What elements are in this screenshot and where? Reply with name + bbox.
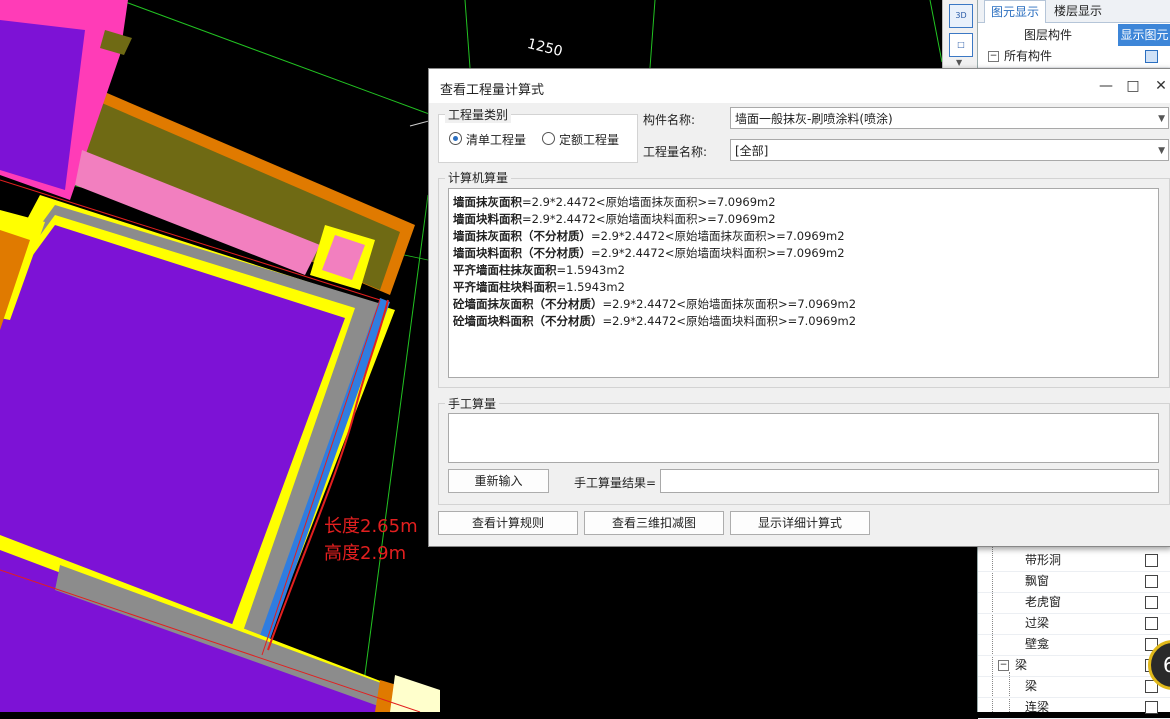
column-header-show: 显示图元 (1118, 24, 1170, 46)
radio-quota-label[interactable]: 定额工程量 (559, 131, 619, 148)
computer-calc-label: 计算机算量 (445, 169, 512, 186)
tree-label: 连梁 (1025, 700, 1050, 714)
manual-result-label: 手工算量结果= (574, 476, 657, 490)
tree-row-coupling-beam[interactable]: 连梁 (978, 697, 1170, 719)
component-name-label: 构件名称: (643, 113, 696, 127)
tab-floor-display[interactable]: 楼层显示 (1048, 0, 1108, 22)
dialog-titlebar[interactable]: 查看工程量计算式 — □ ✕ (429, 69, 1170, 103)
cube-icon[interactable]: □ (949, 33, 973, 57)
panel-tabs: 图元显示 楼层显示 (978, 0, 1170, 23)
show-detail-formula-button[interactable]: 显示详细计算式 (730, 511, 870, 535)
tree-row-niche[interactable]: 壁龛 (978, 634, 1170, 656)
quantity-name-label: 工程量名称: (643, 145, 708, 159)
chevron-down-icon[interactable]: ▼ (956, 58, 962, 67)
tree-row-dormer[interactable]: 老虎窗 (978, 592, 1170, 614)
tree-label: 梁 (1025, 679, 1038, 693)
collapse-icon[interactable]: − (988, 51, 999, 62)
calc-line: 墙面块料面积（不分材质）=2.9*2.4472<原始墙面块料面积>=7.0969… (453, 246, 845, 260)
view-icon-bar: 3D □ ▼ (942, 0, 978, 70)
close-icon[interactable]: ✕ (1151, 76, 1170, 96)
calc-line: 平齐墙面柱块料面积=1.5943m2 (453, 280, 625, 294)
tree-label: 飘窗 (1025, 574, 1050, 588)
tree-label: 壁龛 (1025, 637, 1050, 651)
chevron-down-icon: ▼ (1158, 146, 1165, 156)
quantity-formula-dialog: 查看工程量计算式 — □ ✕ 工程量类别 清单工程量 定额工程量 构件名称: 墙… (428, 68, 1170, 547)
tree-row-lintel[interactable]: 过梁 (978, 613, 1170, 635)
radio-bill[interactable] (449, 132, 462, 145)
tree-row-band-hole[interactable]: 带形洞 (978, 550, 1170, 572)
checkbox[interactable] (1145, 701, 1158, 714)
view-3d-deduction-button[interactable]: 查看三维扣减图 (584, 511, 724, 535)
calc-line: 墙面块料面积=2.9*2.4472<原始墙面块料面积>=7.0969m2 (453, 212, 776, 226)
tree-row-all[interactable]: − 所有构件 (978, 46, 1170, 68)
view-rules-button[interactable]: 查看计算规则 (438, 511, 578, 535)
reinput-button[interactable]: 重新输入 (448, 469, 549, 493)
chevron-down-icon: ▼ (1158, 114, 1165, 124)
length-annotation: 长度2.65m (324, 516, 418, 537)
radio-quota[interactable] (542, 132, 555, 145)
3d-view-icon[interactable]: 3D (949, 4, 973, 28)
column-header-layer: 图层构件 (1023, 28, 1072, 42)
maximize-icon[interactable]: □ (1123, 76, 1143, 96)
tree-row-beam-group[interactable]: − 梁 (978, 655, 1170, 677)
manual-result-input[interactable] (660, 469, 1159, 493)
collapse-icon[interactable]: − (998, 660, 1009, 671)
checkbox[interactable] (1145, 554, 1158, 567)
manual-calc-label: 手工算量 (445, 395, 500, 412)
radio-bill-label[interactable]: 清单工程量 (466, 131, 526, 148)
tree-label: 老虎窗 (1025, 595, 1062, 609)
calc-line: 平齐墙面柱抹灰面积=1.5943m2 (453, 263, 625, 277)
checkbox[interactable] (1145, 575, 1158, 588)
tree-label: 所有构件 (1004, 49, 1053, 63)
tree-label: 过梁 (1025, 616, 1050, 630)
minimize-icon[interactable]: — (1096, 76, 1116, 96)
calc-formula-text[interactable]: 墙面抹灰面积=2.9*2.4472<原始墙面抹灰面积>=7.0969m2 墙面块… (448, 188, 1159, 378)
component-name-select[interactable]: 墙面一般抹灰-刷喷涂料(喷涂) ▼ (730, 107, 1169, 129)
calc-line: 墙面抹灰面积=2.9*2.4472<原始墙面抹灰面积>=7.0969m2 (453, 195, 776, 209)
dialog-title: 查看工程量计算式 (440, 83, 545, 98)
calc-line: 砼墙面抹灰面积（不分材质）=2.9*2.4472<原始墙面抹灰面积>=7.096… (453, 297, 857, 311)
quantity-name-value: [全部] (735, 144, 769, 158)
quantity-name-select[interactable]: [全部] ▼ (730, 139, 1169, 161)
checkbox[interactable] (1145, 596, 1158, 609)
height-annotation: 高度2.9m (324, 543, 407, 564)
tree-label: 带形洞 (1025, 553, 1062, 567)
tree-label: 梁 (1015, 658, 1028, 672)
checkbox[interactable] (1145, 617, 1158, 630)
component-name-value: 墙面一般抹灰-刷喷涂料(喷涂) (735, 112, 893, 126)
calc-line: 墙面抹灰面积（不分材质）=2.9*2.4472<原始墙面抹灰面积>=7.0969… (453, 229, 845, 243)
tree-row-bay-window[interactable]: 飘窗 (978, 571, 1170, 593)
tree-row-beam[interactable]: 梁 (978, 676, 1170, 698)
checkbox[interactable] (1145, 50, 1158, 63)
manual-calc-input[interactable] (448, 413, 1159, 463)
calc-line: 砼墙面块料面积（不分材质）=2.9*2.4472<原始墙面块料面积>=7.096… (453, 314, 857, 328)
quantity-type-label: 工程量类别 (445, 106, 512, 123)
tab-element-display[interactable]: 图元显示 (984, 0, 1047, 23)
